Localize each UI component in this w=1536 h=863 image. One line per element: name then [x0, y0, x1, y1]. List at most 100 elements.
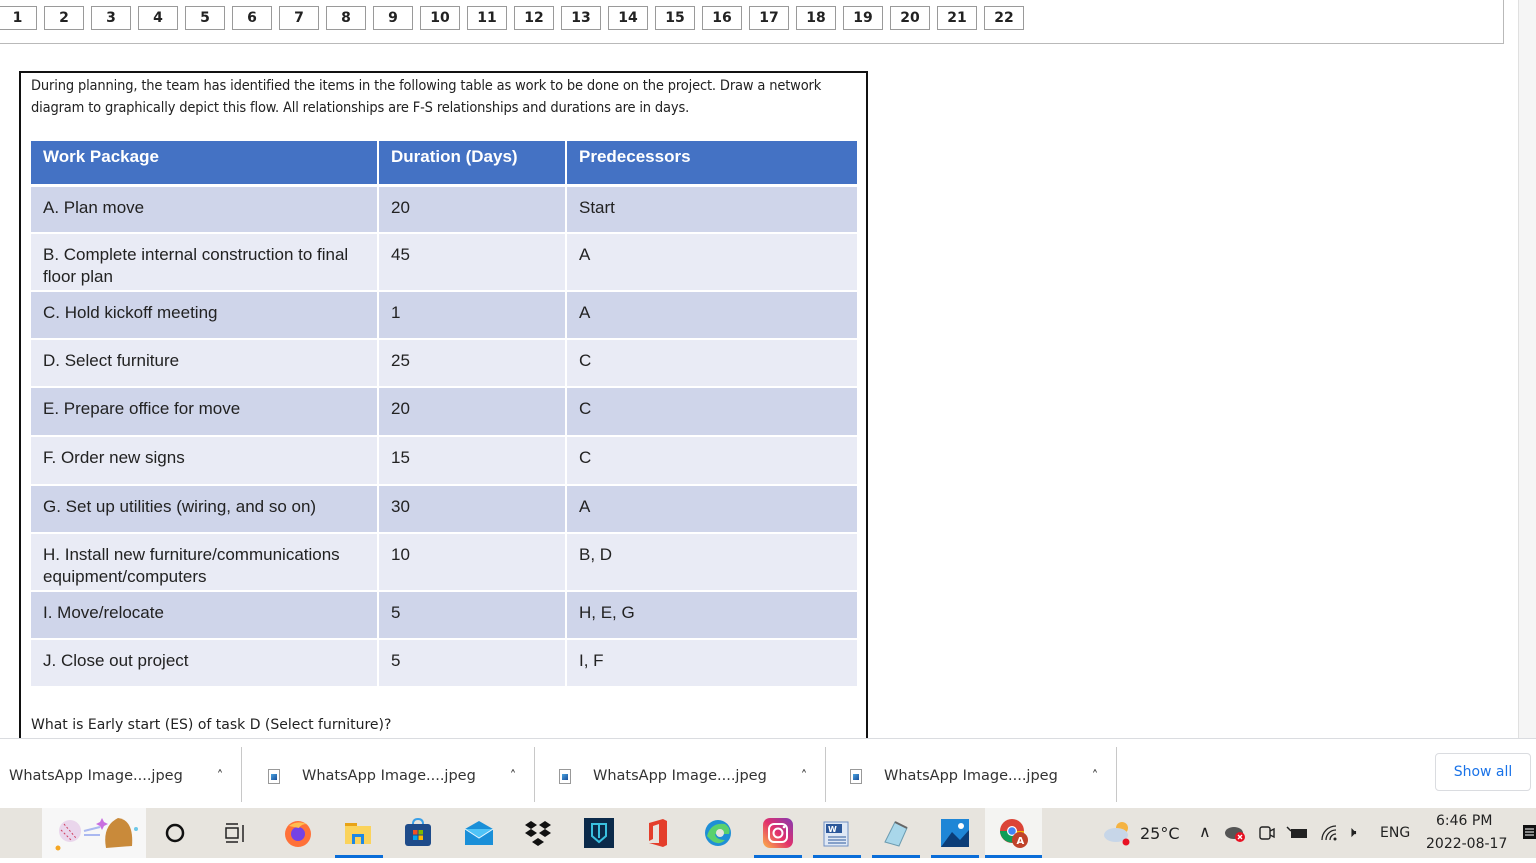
- page-button-8[interactable]: 8: [326, 6, 366, 30]
- clock-time[interactable]: 6:46 PM: [1436, 813, 1492, 829]
- word-icon[interactable]: W: [822, 818, 852, 848]
- show-hidden-icons-chevron-icon[interactable]: ∧: [1199, 822, 1211, 841]
- clock-date[interactable]: 2022-08-17: [1426, 836, 1507, 852]
- weather-icon[interactable]: [1102, 818, 1132, 848]
- cell-work-package: H. Install new furniture/communications …: [31, 534, 379, 592]
- page-button-9[interactable]: 9: [373, 6, 413, 30]
- page-button-22[interactable]: 22: [984, 6, 1024, 30]
- cell-predecessors: B, D: [567, 534, 857, 592]
- download-item[interactable]: WhatsApp Image....jpeg ˄: [850, 749, 1098, 803]
- cell-predecessors: I, F: [567, 640, 857, 688]
- notepad-icon[interactable]: [881, 818, 911, 848]
- pagination: 1 2 3 4 5 6 7 8 9 10 11 12 13 14 15 16 17 18 19 20 21 22: [0, 6, 1024, 30]
- page-button-6[interactable]: 6: [232, 6, 272, 30]
- page-button-3[interactable]: 3: [91, 6, 131, 30]
- cell-work-package: J. Close out project: [31, 640, 379, 688]
- volume-icon[interactable]: 🕨︎: [1347, 823, 1356, 841]
- page-button-4[interactable]: 4: [138, 6, 178, 30]
- chevron-up-icon[interactable]: ˄: [510, 769, 517, 784]
- image-file-icon: [559, 768, 571, 784]
- browser-content: 1 2 3 4 5 6 7 8 9 10 11 12 13 14 15 16 17 18 19 20 21 22 Duri…: [0, 0, 1536, 751]
- file-explorer-icon[interactable]: [343, 818, 373, 848]
- mail-icon[interactable]: [463, 818, 493, 848]
- cell-work-package: B. Complete internal construction to fin…: [31, 234, 379, 292]
- chevron-up-icon[interactable]: ˄: [217, 769, 224, 784]
- page-button-5[interactable]: 5: [185, 6, 225, 30]
- language-indicator[interactable]: ENG: [1380, 825, 1410, 841]
- shield-app-icon[interactable]: [584, 818, 614, 848]
- page-button-16[interactable]: 16: [702, 6, 742, 30]
- table-row: F. Order new signs 15 C: [31, 437, 857, 486]
- cell-work-package: D. Select furniture: [31, 340, 379, 388]
- onedrive-error-icon[interactable]: [1224, 820, 1248, 846]
- svg-text:W: W: [828, 825, 837, 834]
- svg-text:A: A: [1017, 836, 1025, 847]
- cell-predecessors: A: [567, 486, 857, 534]
- office-icon[interactable]: [643, 818, 673, 848]
- download-filename: WhatsApp Image....jpeg: [593, 768, 767, 784]
- page-button-18[interactable]: 18: [796, 6, 836, 30]
- table-header-row: Work Package Duration (Days) Predecessor…: [31, 141, 857, 187]
- camera-icon[interactable]: [1256, 820, 1278, 846]
- wifi-icon[interactable]: [1316, 820, 1342, 846]
- divider: [825, 747, 826, 802]
- download-item[interactable]: WhatsApp Image....jpeg ˄: [268, 749, 516, 803]
- page-button-12[interactable]: 12: [514, 6, 554, 30]
- battery-icon[interactable]: [1284, 820, 1310, 846]
- instagram-icon[interactable]: [763, 818, 793, 848]
- page-button-17[interactable]: 17: [749, 6, 789, 30]
- table-row: A. Plan move 20 Start: [31, 187, 857, 234]
- weather-temperature[interactable]: 25°C: [1140, 824, 1180, 843]
- page-button-21[interactable]: 21: [937, 6, 977, 30]
- download-filename: WhatsApp Image....jpeg: [884, 768, 1058, 784]
- cell-duration: 5: [379, 640, 567, 688]
- page-button-14[interactable]: 14: [608, 6, 648, 30]
- page-button-13[interactable]: 13: [561, 6, 601, 30]
- pagination-bar: 1 2 3 4 5 6 7 8 9 10 11 12 13 14 15 16 17 18 19 20 21 22: [0, 0, 1504, 44]
- page-button-2[interactable]: 2: [44, 6, 84, 30]
- table-row: G. Set up utilities (wiring, and so on) 3…: [31, 486, 857, 534]
- scrollbar-track[interactable]: [1518, 0, 1536, 738]
- taskbar: W A 25°C ∧ 🕨︎ ENG 6:46 PM 2022-08-17: [0, 808, 1536, 858]
- page-button-11[interactable]: 11: [467, 6, 507, 30]
- chevron-up-icon[interactable]: ˄: [801, 769, 808, 784]
- cell-duration: 30: [379, 486, 567, 534]
- page-button-15[interactable]: 15: [655, 6, 695, 30]
- search-icon[interactable]: [160, 818, 190, 848]
- photos-icon[interactable]: [940, 818, 970, 848]
- cell-duration: 20: [379, 388, 567, 437]
- widgets-button[interactable]: [42, 808, 146, 858]
- cell-work-package: C. Hold kickoff meeting: [31, 292, 379, 340]
- divider: [534, 747, 535, 802]
- cell-work-package: I. Move/relocate: [31, 592, 379, 640]
- baseball-widget-icon: [55, 818, 138, 851]
- edge-icon[interactable]: [703, 818, 733, 848]
- page-button-10[interactable]: 10: [420, 6, 460, 30]
- image-file-icon: [268, 768, 280, 784]
- firefox-icon[interactable]: [283, 818, 313, 848]
- table-row: E. Prepare office for move 20 C: [31, 388, 857, 437]
- question-intro: During planning, the team has identified…: [31, 78, 822, 116]
- show-all-button[interactable]: Show all: [1435, 753, 1531, 791]
- page-button-20[interactable]: 20: [890, 6, 930, 30]
- notifications-icon[interactable]: [1520, 822, 1536, 844]
- page-button-7[interactable]: 7: [279, 6, 319, 30]
- divider: [1116, 747, 1117, 802]
- download-item[interactable]: WhatsApp Image....jpeg ˄: [9, 749, 223, 803]
- chevron-up-icon[interactable]: ˄: [1092, 769, 1099, 784]
- question-prompt: What is Early start (ES) of task D (Sele…: [31, 717, 392, 733]
- cell-work-package: A. Plan move: [31, 187, 379, 234]
- page-button-19[interactable]: 19: [843, 6, 883, 30]
- cell-predecessors: C: [567, 388, 857, 437]
- table-row: J. Close out project 5 I, F: [31, 640, 857, 688]
- downloads-bar: WhatsApp Image....jpeg ˄ WhatsApp Image.…: [0, 738, 1536, 808]
- cell-duration: 20: [379, 187, 567, 234]
- chrome-icon[interactable]: A: [998, 818, 1028, 848]
- page-button-1[interactable]: 1: [0, 6, 37, 30]
- download-item[interactable]: WhatsApp Image....jpeg ˄: [559, 749, 807, 803]
- task-view-icon[interactable]: [220, 818, 250, 848]
- microsoft-store-icon[interactable]: [403, 818, 433, 848]
- table-row: D. Select furniture 25 C: [31, 340, 857, 388]
- cell-work-package: F. Order new signs: [31, 437, 379, 486]
- dropbox-icon[interactable]: [523, 818, 553, 848]
